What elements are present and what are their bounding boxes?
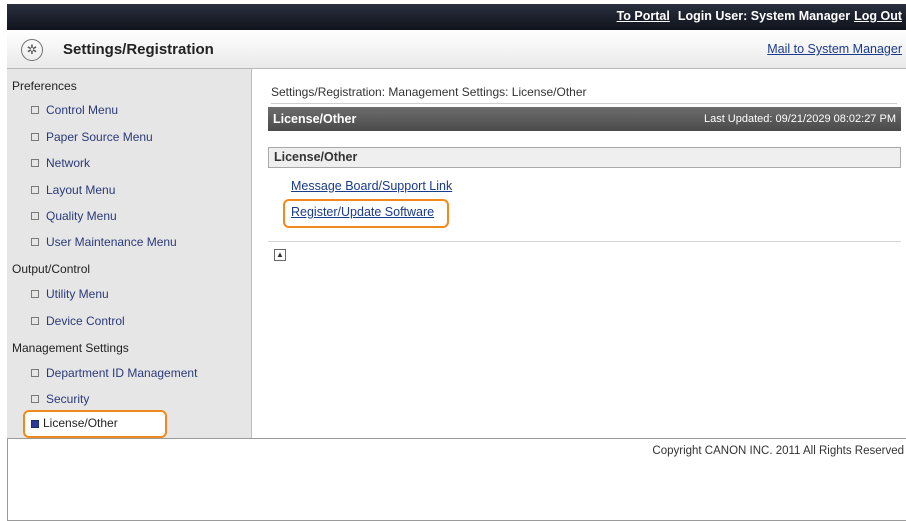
sidebar-item-paper-source-menu[interactable]: Paper Source Menu	[31, 130, 153, 144]
back-to-top-icon[interactable]: ▲	[274, 249, 286, 261]
bullet-icon	[31, 368, 39, 377]
sidebar-item-security[interactable]: Security	[31, 392, 89, 406]
footer: Copyright CANON INC. 2011 All Rights Res…	[7, 439, 906, 521]
bullet-icon	[31, 394, 39, 403]
sidebar-section-preferences: Preferences	[12, 79, 77, 93]
login-user-label: Login User: System Manager	[677, 9, 851, 23]
logout-link[interactable]: Log Out	[854, 9, 902, 23]
sidebar-item-quality-menu[interactable]: Quality Menu	[31, 209, 117, 223]
title-bar: ✲ Settings/Registration Mail to System M…	[7, 30, 906, 69]
bullet-icon	[31, 289, 39, 298]
sidebar-section-output-control: Output/Control	[12, 262, 91, 276]
sidebar-item-device-control[interactable]: Device Control	[31, 314, 125, 328]
bullet-icon	[31, 185, 39, 194]
sidebar-item-network[interactable]: Network	[31, 156, 90, 170]
sidebar-item-license-other-selected[interactable]: License/Other	[23, 410, 167, 438]
sidebar-item-control-menu[interactable]: Control Menu	[31, 103, 118, 117]
selected-bullet-icon	[31, 420, 39, 428]
main-content: Settings/Registration: Management Settin…	[252, 69, 906, 438]
message-board-support-link[interactable]: Message Board/Support Link	[291, 179, 452, 193]
bullet-icon	[31, 237, 39, 246]
top-bar: To Portal Login User: System Manager Log O…	[7, 4, 906, 30]
sidebar-item-department-id-management[interactable]: Department ID Management	[31, 366, 197, 380]
bullet-icon	[31, 132, 39, 141]
sidebar-item-utility-menu[interactable]: Utility Menu	[31, 287, 109, 301]
page-title-bar: License/Other Last Updated: 09/21/2029 0…	[268, 107, 901, 131]
to-portal-link[interactable]: To Portal	[617, 9, 670, 23]
register-update-software-highlight: Register/Update Software	[283, 199, 449, 228]
last-updated-label: Last Updated: 09/21/2029 08:02:27 PM	[703, 113, 896, 125]
sidebar-item-layout-menu[interactable]: Layout Menu	[31, 183, 115, 197]
settings-registration-icon: ✲	[21, 39, 43, 61]
mail-to-system-manager-link[interactable]: Mail to System Manager	[767, 42, 902, 56]
section-title: License/Other	[274, 150, 358, 164]
sidebar: Preferences Control Menu Paper Source Me…	[7, 69, 252, 438]
register-update-software-link[interactable]: Register/Update Software	[291, 205, 434, 219]
section-header: License/Other	[268, 147, 901, 168]
sidebar-item-user-maintenance-menu[interactable]: User Maintenance Menu	[31, 235, 177, 249]
page-title: License/Other	[273, 112, 357, 126]
bullet-icon	[31, 105, 39, 114]
divider	[268, 241, 901, 242]
top-bar-links: To Portal Login User: System Manager Log O…	[617, 9, 902, 23]
bullet-icon	[31, 158, 39, 167]
copyright-text: Copyright CANON INC. 2011 All Rights Res…	[652, 445, 904, 457]
sidebar-section-management-settings: Management Settings	[12, 341, 129, 355]
page-header-title: Settings/Registration	[63, 41, 214, 58]
bullet-icon	[31, 316, 39, 325]
bullet-icon	[31, 211, 39, 220]
breadcrumb: Settings/Registration: Management Settin…	[271, 85, 897, 104]
